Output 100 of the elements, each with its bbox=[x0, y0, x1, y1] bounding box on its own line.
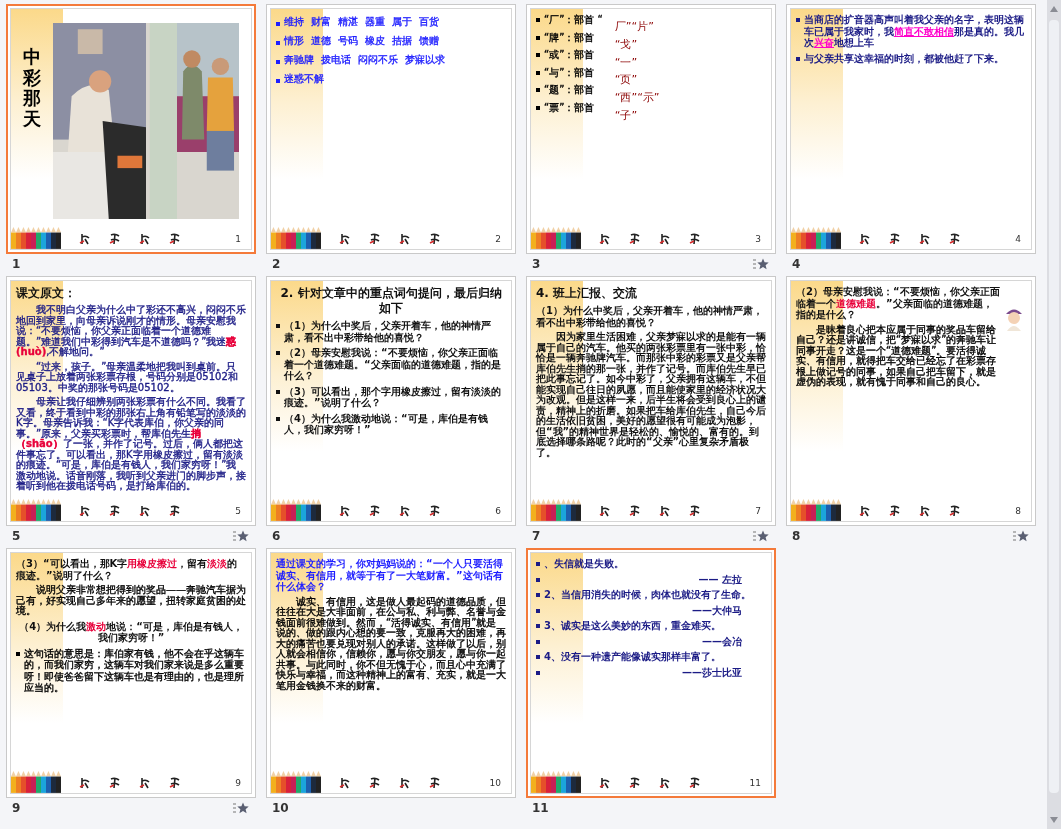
bullet-icon bbox=[536, 624, 540, 628]
brush-mark-icon bbox=[399, 504, 411, 517]
bullet-text: （3）可以看出，那个字用橡皮擦过，留有淡淡的痕迹。”说明了什么？ bbox=[284, 385, 502, 409]
brush-mark-icon bbox=[169, 776, 181, 789]
vocabulary-word: 精湛 bbox=[338, 15, 358, 29]
brush-mark-icon bbox=[369, 504, 381, 517]
brush-mark-icon bbox=[429, 232, 441, 245]
brush-mark-icon bbox=[79, 504, 91, 517]
bullet-icon bbox=[536, 53, 540, 57]
brush-mark-icon bbox=[659, 504, 671, 517]
question-heading: （2）母亲安慰我说：“不要烦恼，你父亲正面临着一个道德难题。”父亲面临的道德难题，指的是什么？ bbox=[796, 286, 1001, 321]
bullet-icon bbox=[536, 639, 540, 644]
vocabulary-word: 道德 bbox=[311, 34, 331, 48]
bullet-text: “票”：部首 bbox=[544, 101, 595, 114]
transition-star-icon[interactable] bbox=[752, 530, 770, 542]
brush-mark-icon bbox=[109, 504, 121, 517]
brush-mark-icon bbox=[919, 504, 931, 517]
quote-author: —— 左拉 bbox=[698, 573, 743, 585]
bullet-icon bbox=[276, 324, 280, 328]
transition-star-icon[interactable] bbox=[1012, 530, 1030, 542]
bullet-text: “与”：部首 bbox=[544, 66, 595, 79]
brush-mark-icon bbox=[109, 776, 121, 789]
slide-thumbnail[interactable]: 4 当商店的扩音器高声叫着我父亲的名字，表明这辆车已属于我家时，我简直不敢相信那是真的。我几次兴奋地想上车 与父亲共享这幸福的时刻，都被他赶了下来。 bbox=[786, 4, 1036, 254]
scrollbar[interactable] bbox=[1047, 0, 1061, 829]
radical-text: “子” bbox=[614, 108, 639, 123]
question-heading: （3）“可以看出，那K字用橡皮擦过，留有淡淡的痕迹。”说明了什么？ bbox=[16, 558, 239, 581]
slide-index: 7 bbox=[532, 528, 541, 545]
radical-text: “页” bbox=[614, 73, 639, 87]
brush-mark-icon bbox=[139, 232, 151, 245]
slide-thumbnail[interactable] bbox=[6, 276, 256, 526]
vocabulary-word: 情形 bbox=[284, 34, 304, 48]
bullet-icon bbox=[536, 593, 540, 597]
slide-thumbnail[interactable]: 11 、失信就是失败。 —— 左拉 2、当信用消失的时候，肉体也就没有了生命。 ——大仲马 3、诚实是这么美妙的东西，重金难买。 ——会冶 4、没有一种遗产能像诚实那样丰富了。 ——莎士比亚 bbox=[526, 548, 776, 798]
bullet-icon bbox=[536, 70, 540, 75]
slide-number: 3 bbox=[755, 235, 761, 244]
slide-index: 6 bbox=[272, 528, 281, 545]
brush-mark-icon bbox=[889, 504, 901, 517]
brush-mark-icon bbox=[79, 776, 91, 789]
pencils-drawing bbox=[11, 771, 61, 793]
slide-thumbnail[interactable]: 8 （2）母亲安慰我说：“不要烦恼，你父亲正面临着一个道德难题。”父亲面临的道德难题，指的是什么？ 是昧着良心把本应属于同事的奖品车留给自己？还是讲诚信，把“梦寐以求”的奔驰车让同事开走？这是一个“道德难题”。要活得诚实、有信用，就得把车交给已经忘了在彩票存根上做记号的同事，如果自己把车留下，就是虚伪的表现，就有愧于同事和自己的良心。 bbox=[786, 276, 1036, 526]
radical-text: 厂”“片” bbox=[614, 20, 655, 34]
brush-mark-icon bbox=[689, 504, 701, 517]
vocabulary-word: 拨电话 bbox=[321, 53, 351, 67]
brush-mark-icon bbox=[599, 504, 611, 517]
bullet-text: “题”：部首 bbox=[544, 84, 595, 97]
vocabulary-word: 百货 bbox=[419, 15, 439, 29]
slide-number: 9 bbox=[235, 779, 241, 788]
brush-mark-icon bbox=[599, 232, 611, 245]
brush-mark-icon bbox=[629, 504, 641, 517]
transition-star-icon[interactable] bbox=[232, 802, 250, 814]
vocabulary-word: 闷闷不乐 bbox=[358, 53, 398, 67]
paragraph: 诚实、有信用，这是做人最起码的道德品质，但往往在大是大非面前，在公与私、利与弊、名誉与金钱面前很难做到。然而，“活得诚实、有信用”就是说的、做的跟内心想的要一致，克服再大的困难，再大的痛苦也要兑现对别人的承诺。这样做了以后，别人就会相信你，信赖你，愿与你交朋友，愿与你一起共事。与此同时，你不但无愧于心，而且心中充满了快乐与幸福，而这种精神上的富有、充实，就是一大笔用金钱换不来的财富。 bbox=[276, 596, 506, 691]
brush-mark-icon bbox=[339, 232, 351, 245]
pencils-drawing bbox=[271, 227, 321, 249]
bullet-icon bbox=[276, 416, 280, 421]
vocabulary-word: 财富 bbox=[311, 15, 331, 29]
radical-text: “一” bbox=[614, 55, 639, 70]
brush-mark-icon bbox=[919, 232, 931, 245]
slide-number: 7 bbox=[755, 507, 761, 516]
question-heading: 通过课文的学习，你对妈妈说的：“一个人只要活得诚实、有信用，就等于有了一大笔财富。”这句话有什么体会？ bbox=[276, 558, 504, 593]
brush-mark-icon bbox=[399, 232, 411, 245]
bullet-text: 这句话的意思是：库伯家有钱，他不会在乎这辆车的，而我们家穷，这辆车对我们家来说是多么重要呀！即使爸爸留下这辆车也是有理由的，也是理所应当的。 bbox=[24, 647, 245, 694]
vocabulary-word: 橡皮 bbox=[365, 34, 385, 48]
quote-author: ——大仲马 bbox=[692, 604, 743, 616]
slide-number: 6 bbox=[495, 507, 501, 516]
vocabulary-word: 器重 bbox=[365, 15, 385, 29]
slide-thumbnail[interactable]: 9 （3）“可以看出，那K字用橡皮擦过，留有淡淡的痕迹。”说明了什么？ 说明父亲非常想把得到的奖品——奔驰汽车据为己有，好实现自己多年来的愿望，扭转家庭贫困的处境。 （4）为什么我激动地说：“可是，库伯是有钱人，我们家穷呀！” 这句话的意思是：库伯家有钱，他不会在乎这辆车的，而我们家穷，这辆车对我们家来说是多么重要呀！即使爸爸留下这辆车也是有理由的，也是理所应当的。 bbox=[6, 548, 256, 798]
slide-number: 2 bbox=[495, 235, 501, 244]
paragraph: 母亲让我仔细辨别两张彩票有什么不同。我看了又看，终于看到中彩的那张右上角有铅笔写的淡淡的K字。母亲告诉我：“K字代表库伯，你父亲的同事。”原来，父亲买彩票时，帮库伯先生捎（shāo）了一张，并作了记号。过后，俩人都把这件事忘了。可以看出，那K字用橡皮擦过，留有淡淡的痕迹。“可是，库伯是有钱人，我们家穷呀！”我激动地说。话音刚落，我听到父亲进门的脚步声，接着听到他在拨电话号码，是打给库伯的。 bbox=[16, 397, 246, 492]
bullet-icon bbox=[276, 351, 280, 355]
bullet-icon bbox=[16, 651, 20, 656]
quote-author: ——莎士比亚 bbox=[682, 666, 743, 678]
paragraph: 是昧着良心把本应属于同事的奖品车留给自己？还是讲诚信，把“梦寐以求”的奔驰车让同事开走？这是一个“道德难题”。要活得诚实、有信用，就得把车交给已经忘了在彩票存根上做记号的同事，如果自己把车留下，就是虚伪的表现，就有愧于同事和自己的良心。 bbox=[796, 324, 998, 388]
slide-thumbnail[interactable]: 3 “厂”：部首 “ “牌”：部首 “或”：部首 “与”：部首 “题”：部首 “票”：部首 厂”“片” “戈” “一” “页” “西”“示” “子” bbox=[526, 4, 776, 254]
pencils-drawing bbox=[271, 499, 321, 521]
slide-number: 10 bbox=[489, 779, 501, 788]
bullet-icon bbox=[796, 18, 800, 22]
pencils-drawing bbox=[11, 499, 61, 521]
slide-thumbnail[interactable] bbox=[266, 548, 516, 798]
vocabulary-word: 属于 bbox=[392, 15, 412, 29]
pencils-drawing bbox=[271, 771, 321, 793]
bullet-text: 当商店的扩音器高声叫着我父亲的名字，表明这辆车已属于我家时，我简直不敢相信那是真的。我几次兴奋地想上车 bbox=[804, 14, 1025, 49]
brush-mark-icon bbox=[859, 504, 871, 517]
bullet-text: 4、没有一种遗产能像诚实那样丰富了。 bbox=[544, 651, 721, 663]
slide-number: 1 bbox=[235, 235, 241, 244]
slide-thumbnail[interactable]: 2 维持 财富 精湛 器重 属于 百货 情形 道德 号码 橡皮 拮据 馈赠 奔驰牌 拨电话 闷闷不乐 梦寐以求 迷惑不解 bbox=[266, 4, 516, 254]
vocabulary-word: 迷惑不解 bbox=[284, 72, 324, 86]
brush-mark-icon bbox=[429, 504, 441, 517]
slide-title: 4. 班上汇报、交流 bbox=[536, 286, 639, 301]
brush-mark-icon bbox=[949, 232, 961, 245]
slide-thumbnail[interactable]: 6 2. 针对文章中的重点词句提问，最后归纳如下 （1）为什么中奖后，父亲开着车，他的神情严肃，看不出中彩带给他的喜悦？ （2）母亲安慰我说：“不要烦恼，你父亲正面临着一个道德难题。“父亲面临的道德难题，指的是什么？ （3）可以看出，那个字用橡皮擦过，留有淡淡的痕迹。”说明了什么？ （4）为什么我激动地说：“可是，库伯是有钱人，我们家穷呀！” bbox=[266, 276, 516, 526]
bullet-text: 2、当信用消失的时候，肉体也就没有了生命。 bbox=[544, 589, 751, 601]
transition-star-icon[interactable] bbox=[752, 258, 770, 270]
slide-thumbnail[interactable]: 1 中彩那天 bbox=[6, 4, 256, 254]
slide-thumbnail[interactable] bbox=[526, 276, 776, 526]
transition-star-icon[interactable] bbox=[232, 530, 250, 542]
brush-mark-icon bbox=[629, 232, 641, 245]
bullet-text: （1）为什么中奖后，父亲开着车，他的神情严肃，看不出中彩带给他的喜悦？ bbox=[284, 320, 492, 343]
bullet-icon bbox=[536, 35, 540, 40]
quote-author: ——会冶 bbox=[702, 635, 743, 647]
